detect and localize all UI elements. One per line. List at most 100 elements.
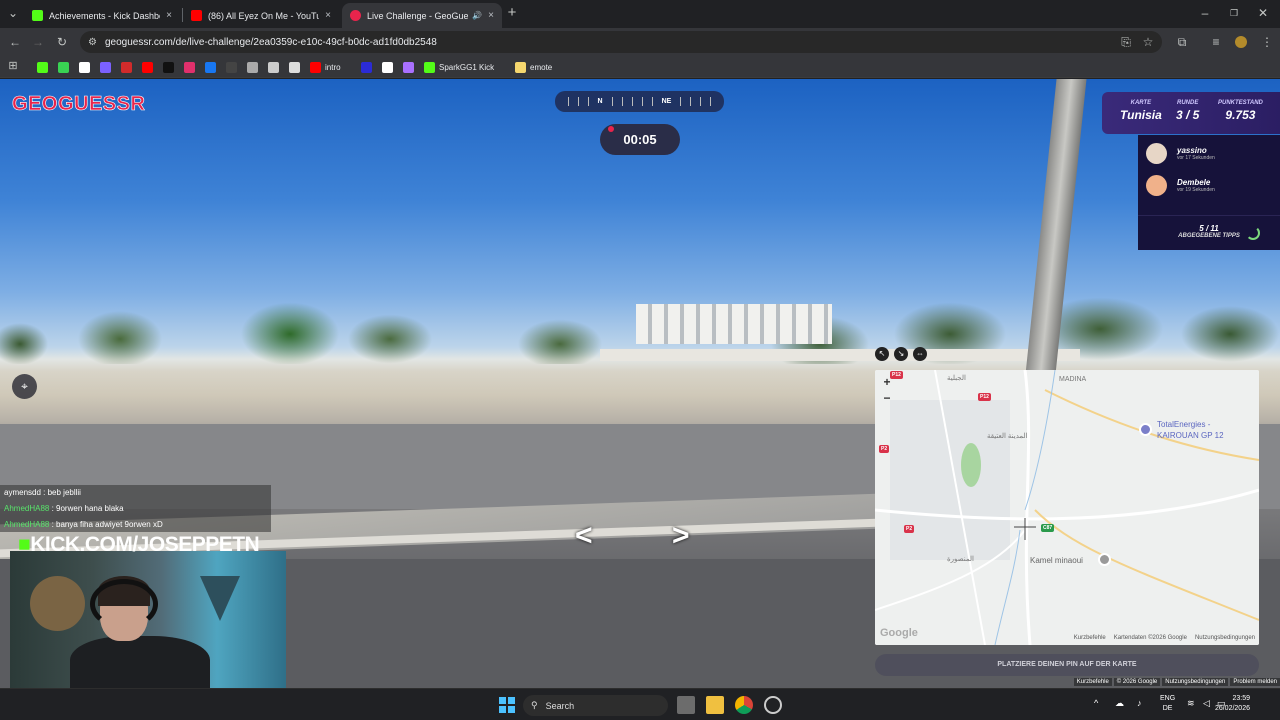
bookmark-item[interactable]: [403, 61, 418, 73]
round-value: 3 / 5: [1176, 108, 1200, 122]
site-info-icon[interactable]: ⚙: [88, 37, 97, 48]
app-icon[interactable]: [764, 696, 782, 714]
kick-url-text: KICK.COM/JOSEPPETN: [30, 533, 260, 556]
bookmark-item[interactable]: [79, 61, 94, 73]
bookmark-item[interactable]: [382, 61, 397, 73]
round-info: RUNDE 3 / 5: [1176, 100, 1199, 122]
google-footer: Kurzbefehle © 2026 Google Nutzungsbeding…: [1073, 678, 1280, 686]
tray-app-icon[interactable]: ☁: [1115, 698, 1124, 709]
close-icon[interactable]: ×: [166, 10, 172, 21]
taskbar-search[interactable]: ⚲ Search: [523, 695, 668, 716]
bookmark-item[interactable]: emote: [515, 61, 552, 73]
pin-map-icon[interactable]: ⇔: [913, 347, 927, 361]
new-tab-button[interactable]: +: [503, 0, 521, 27]
shrink-map-icon[interactable]: ↘: [894, 347, 908, 361]
bookmark-item[interactable]: [247, 61, 262, 73]
bookmark-icon: [184, 61, 195, 73]
geoguessr-icon: [350, 10, 361, 21]
poi-label: TotalEnergies -: [1157, 420, 1211, 429]
bookmark-item[interactable]: [205, 61, 220, 73]
tab-geoguessr[interactable]: Live Challenge - GeoGuessr 🔊 ×: [342, 3, 502, 28]
tab-strip: ⌄ Achievements - Kick Dashboard × (86) A…: [0, 0, 1280, 28]
headset: [90, 579, 158, 629]
close-icon[interactable]: ×: [488, 10, 494, 21]
extensions-icon[interactable]: ⧉: [1173, 28, 1191, 56]
bookmark-item[interactable]: SparkGG1 Kick: [424, 61, 494, 73]
window-close-icon[interactable]: ✕: [1254, 0, 1272, 27]
bookmark-item[interactable]: [163, 61, 178, 73]
poi-marker-icon[interactable]: [1139, 423, 1152, 436]
compass-ne: NE: [661, 98, 672, 105]
bookmark-item[interactable]: [100, 61, 115, 73]
bookmark-item[interactable]: [361, 61, 376, 73]
bookmark-item[interactable]: [289, 61, 304, 73]
poi-marker-icon[interactable]: [1098, 553, 1111, 566]
tab-kick-dashboard[interactable]: Achievements - Kick Dashboard ×: [24, 3, 180, 28]
bookmark-icon: [121, 61, 132, 73]
bookmark-item[interactable]: intro: [310, 61, 341, 73]
youtube-icon: [191, 10, 202, 21]
search-icon: ⚲: [531, 700, 538, 710]
kick-icon: [32, 10, 43, 21]
zoom-in-button[interactable]: +: [880, 375, 894, 389]
tab-search-icon[interactable]: ⌄: [4, 0, 22, 27]
lang-layout: DE: [1162, 705, 1173, 712]
reading-list-icon[interactable]: ≡: [1207, 28, 1225, 56]
terms-link[interactable]: Nutzungsbedingungen: [1162, 678, 1229, 686]
minimize-icon[interactable]: –: [1196, 0, 1214, 27]
zoom-out-button[interactable]: −: [880, 391, 894, 405]
geoguessr-logo[interactable]: GEOGUESSR: [12, 93, 146, 116]
menu-icon[interactable]: ⋮: [1258, 28, 1276, 56]
microphone-icon[interactable]: ♪: [1137, 698, 1142, 708]
close-icon[interactable]: ×: [325, 10, 331, 21]
url-text: geoguessr.com/de/live-challenge/2ea0359c…: [104, 36, 437, 48]
apps-grid-icon[interactable]: ⊞: [4, 52, 22, 80]
guess-map[interactable]: MADINA الجبلية المدينة العتيقة المنصورة …: [875, 370, 1259, 645]
road-badge: P2: [904, 525, 915, 533]
bookmark-item[interactable]: [37, 61, 52, 73]
reload-icon[interactable]: ↻: [53, 28, 71, 56]
clock[interactable]: 23:59 26/02/2026: [1215, 694, 1250, 714]
file-explorer-icon[interactable]: [706, 696, 724, 714]
tab-youtube[interactable]: (86) All Eyez On Me - YouTube ×: [183, 3, 339, 28]
bookmark-label: emote: [530, 62, 553, 72]
players-panel: yassino vor 17 Sekunden Dembele vor 19 S…: [1138, 135, 1280, 250]
player-name: yassino: [1177, 146, 1207, 155]
chat-text: : banya fiha adwiyet 9orwen xD: [49, 520, 163, 529]
expand-map-icon[interactable]: ↖: [875, 347, 889, 361]
bookmark-item[interactable]: [226, 61, 241, 73]
report-problem-link[interactable]: Problem melden: [1230, 678, 1280, 686]
timer-progress-dot: [608, 126, 614, 132]
windows-start-icon[interactable]: [498, 696, 516, 714]
chrome-icon[interactable]: [735, 696, 753, 714]
tray-chevron-icon[interactable]: ^: [1094, 698, 1098, 708]
place-pin-button[interactable]: PLATZIERE DEINEN PIN AUF DER KARTE: [875, 654, 1259, 676]
bookmark-item[interactable]: [184, 61, 199, 73]
nav-arrow-left[interactable]: <: [575, 519, 593, 553]
restore-icon[interactable]: ❐: [1225, 0, 1243, 27]
bookmark-item[interactable]: [268, 61, 283, 73]
bookmark-item[interactable]: [58, 61, 73, 73]
shortcuts-link[interactable]: Kurzbefehle: [1073, 678, 1112, 686]
map-shortcuts-link[interactable]: Kurzbefehle: [1074, 635, 1106, 645]
nav-arrow-right[interactable]: >: [672, 519, 690, 553]
speaker-icon: 🔊: [472, 11, 483, 20]
pennant: [200, 576, 240, 621]
address-bar[interactable]: ⚙ geoguessr.com/de/live-challenge/2ea035…: [80, 31, 1162, 53]
language-indicator[interactable]: ENG DE: [1160, 694, 1175, 714]
profile-avatar-icon[interactable]: [1232, 28, 1250, 58]
task-view-icon[interactable]: [677, 696, 695, 714]
forward-icon[interactable]: →: [29, 28, 47, 56]
bookmark-item[interactable]: [142, 61, 157, 73]
bookmark-item[interactable]: [121, 61, 136, 73]
return-to-start-icon[interactable]: ⌖: [12, 374, 37, 399]
install-app-icon[interactable]: ⎘: [1117, 28, 1135, 56]
map-terms-link[interactable]: Nutzungsbedingungen: [1195, 635, 1255, 645]
bookmark-icon: [424, 61, 435, 73]
bookmark-star-icon[interactable]: ☆: [1139, 28, 1157, 56]
street-view-panorama[interactable]: GEOGUESSR N NE 00:05 KARTE Tunisia RUNDE…: [0, 79, 1280, 688]
park-area: [961, 443, 981, 487]
volume-icon[interactable]: ◁: [1203, 698, 1210, 709]
map-info: KARTE Tunisia: [1120, 100, 1162, 122]
wifi-icon[interactable]: ≋: [1187, 698, 1195, 709]
